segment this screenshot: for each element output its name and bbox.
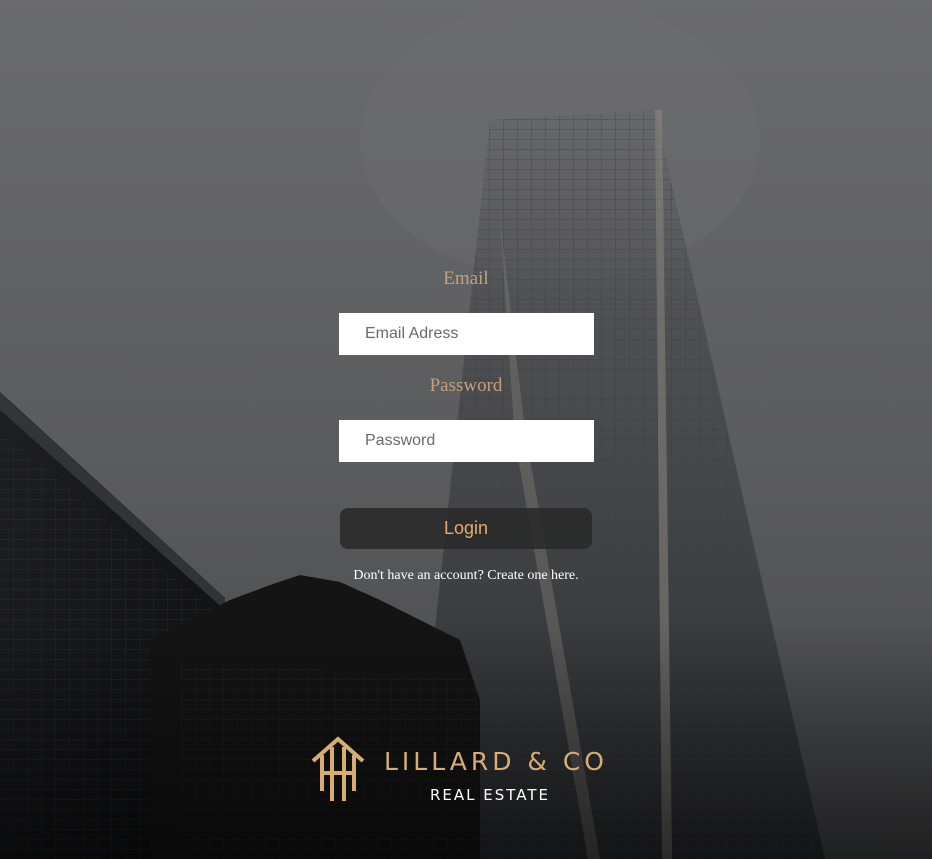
password-input[interactable]: [339, 420, 594, 462]
create-account-link[interactable]: Don't have an account? Create one here.: [353, 568, 578, 583]
email-input[interactable]: [339, 313, 594, 355]
brand-logo: LILLARD & CO REAL ESTATE: [310, 733, 620, 805]
create-account-link-container: Don't have an account? Create one here.: [0, 568, 932, 584]
building-monogram-icon: [311, 736, 365, 801]
brand-name: LILLARD & CO: [384, 747, 608, 776]
login-form: Email Password Login Don't have an accou…: [0, 0, 932, 859]
email-label: Email: [443, 268, 489, 289]
password-label: Password: [429, 375, 503, 396]
brand-subtitle: REAL ESTATE: [430, 786, 551, 804]
login-button[interactable]: Login: [340, 508, 592, 549]
